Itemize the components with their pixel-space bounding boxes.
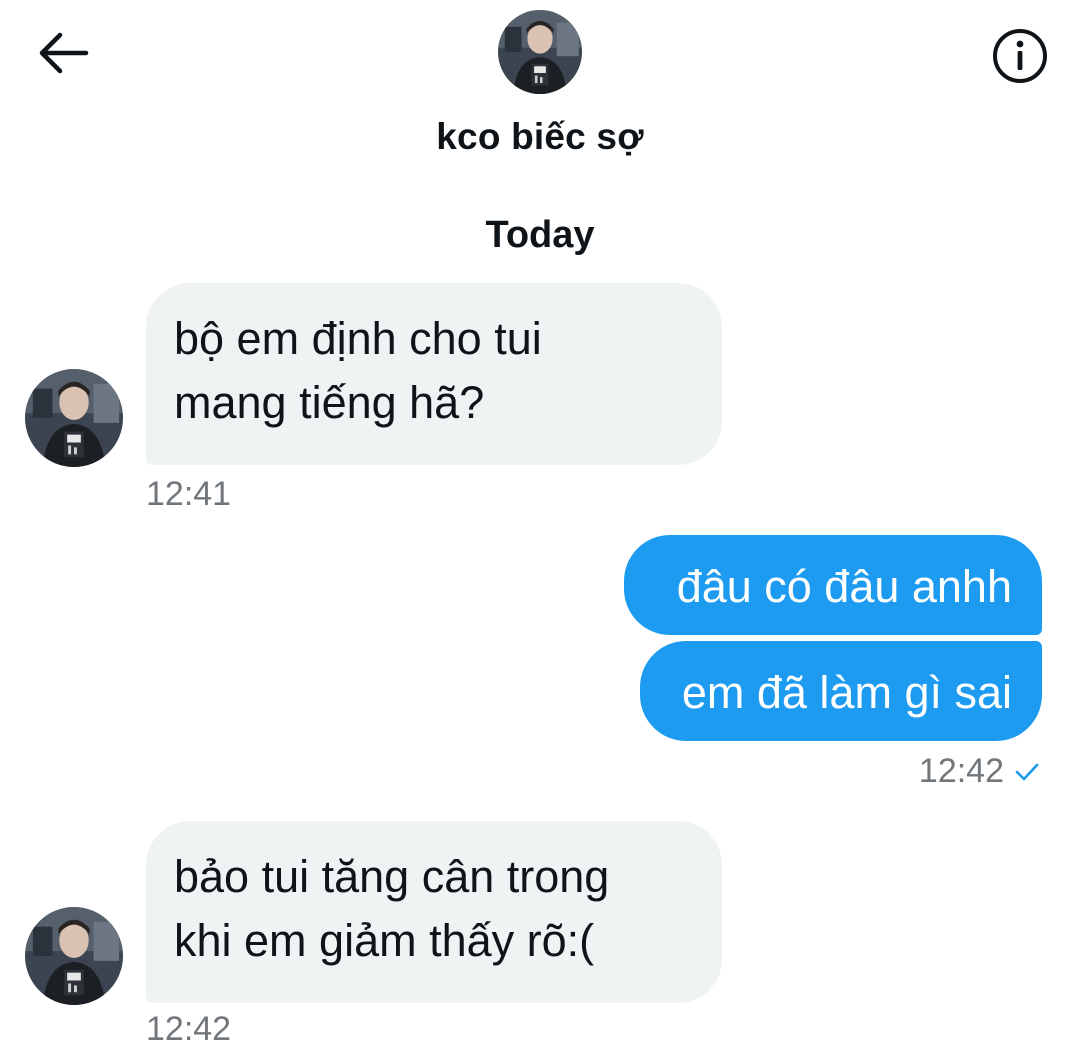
message-timestamp: 12:42 xyxy=(146,1010,232,1048)
message-timestamp: 12:42 xyxy=(918,752,1004,790)
sender-avatar[interactable] xyxy=(25,369,123,467)
message-text-line: em đã làm gì sai xyxy=(681,667,1012,718)
contact-avatar[interactable] xyxy=(498,10,582,94)
info-button[interactable] xyxy=(988,26,1052,90)
info-circle-icon xyxy=(991,27,1049,90)
message-text-line: mang tiếng hã? xyxy=(174,377,485,428)
message-text-line: đâu có đâu anhh xyxy=(676,561,1012,612)
message-bubble-outgoing[interactable]: em đã làm gì sai xyxy=(640,641,1042,741)
check-icon xyxy=(1014,761,1040,783)
contact-name[interactable]: kco biếc sợ xyxy=(0,116,1080,158)
sender-avatar[interactable] xyxy=(25,907,123,1005)
back-button[interactable] xyxy=(30,22,96,88)
message-bubble-incoming[interactable]: bộ em định cho tui mang tiếng hã? xyxy=(146,283,722,465)
message-bubble-incoming[interactable]: bảo tui tăng cân trong khi em giảm thấy … xyxy=(146,821,722,1003)
message-text-line: khi em giảm thấy rõ:( xyxy=(174,915,595,966)
message-text-line: bảo tui tăng cân trong xyxy=(174,851,610,902)
message-bubble-outgoing[interactable]: đâu có đâu anhh xyxy=(624,535,1042,635)
date-divider: Today xyxy=(485,214,595,256)
message-text-line: bộ em định cho tui xyxy=(174,313,542,364)
message-timestamp: 12:41 xyxy=(146,475,232,513)
arrow-left-icon xyxy=(36,31,90,80)
conversation-header: kco biếc sợ xyxy=(0,0,1080,180)
message-meta: 12:42 xyxy=(919,752,1040,791)
